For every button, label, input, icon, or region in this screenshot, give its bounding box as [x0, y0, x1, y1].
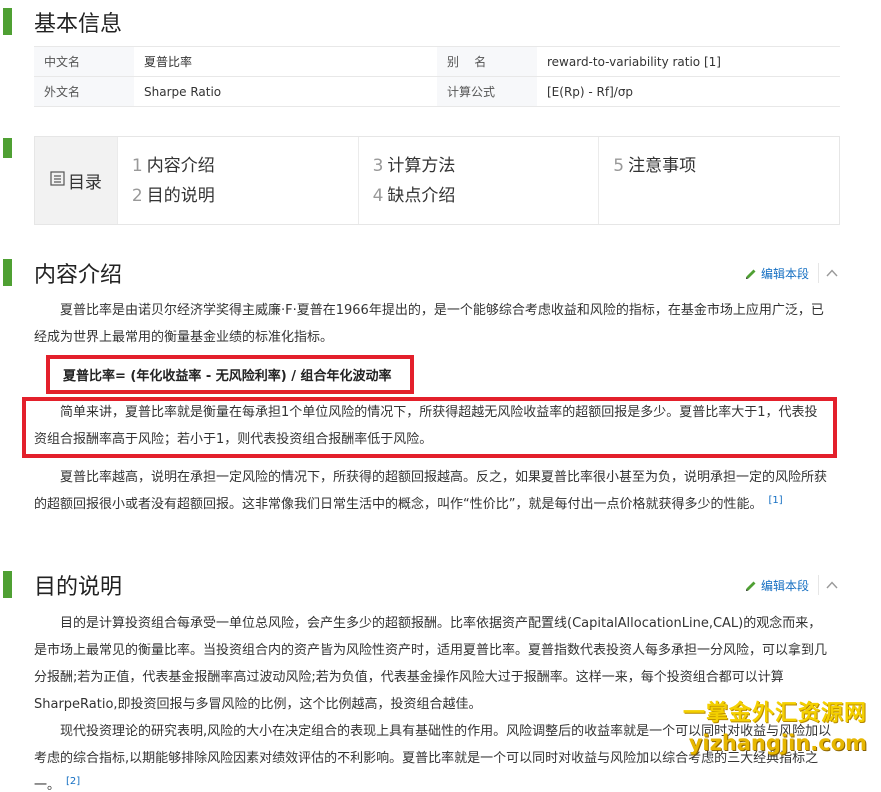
divider: [818, 575, 819, 595]
page: 基本信息 中文名 夏普比率 别 名 reward-to-variability …: [0, 0, 881, 792]
section-marker: [3, 138, 12, 158]
chevron-up-icon[interactable]: [825, 577, 839, 591]
chevron-up-icon[interactable]: [825, 265, 839, 279]
list-icon: [50, 170, 65, 191]
info-value: Sharpe Ratio: [144, 84, 222, 99]
section-marker: [3, 571, 12, 598]
basic-info-table: 中文名 夏普比率 别 名 reward-to-variability ratio…: [34, 46, 840, 107]
catalog-item-intro[interactable]: 1 内容介绍: [132, 154, 358, 184]
basic-info-title: 基本信息: [34, 12, 123, 37]
info-value: 夏普比率: [144, 55, 193, 69]
catalog-column: 1 内容介绍 2 目的说明: [116, 137, 358, 224]
divider: [818, 263, 819, 283]
intro-header: 内容介绍 编辑本段: [0, 253, 881, 293]
info-row: 中文名 夏普比率 别 名 reward-to-variability ratio…: [34, 47, 840, 77]
catalog-item-purpose[interactable]: 2 目的说明: [132, 184, 358, 214]
intro-title: 内容介绍: [34, 263, 123, 288]
formula-text: 夏普比率= (年化收益率 - 无风险利率) / 组合年化波动率: [63, 369, 392, 384]
reference-link[interactable]: [2]: [66, 776, 80, 787]
edit-section-button[interactable]: 编辑本段: [745, 265, 809, 282]
purpose-header: 目的说明 编辑本段: [0, 565, 881, 605]
purpose-title: 目的说明: [34, 575, 123, 600]
watermark-line1: 一掌金外汇资源网: [682, 701, 867, 726]
edit-section-button[interactable]: 编辑本段: [745, 577, 809, 594]
info-value: [E(Rp) - Rf]/σp: [547, 84, 634, 99]
intro-paragraph: 夏普比率是由诺贝尔经济学奖得主威廉·F·夏普在1966年提出的，是一个能够综合考…: [34, 303, 824, 345]
intro-paragraph: 夏普比率越高，说明在承担一定风险的情况下，所获得的超额回报越高。反之，如果夏普比…: [34, 470, 828, 512]
watermark-line2: yizhangjin.com: [688, 731, 867, 755]
catalog-label-text: 目录: [67, 173, 102, 193]
catalog-item-notes[interactable]: 5 注意事项: [613, 154, 839, 184]
basic-info-header: 基本信息: [0, 2, 881, 42]
catalog-column: 5 注意事项: [598, 137, 839, 224]
watermark: 一掌金外汇资源网 yizhangjin.com: [683, 703, 867, 754]
catalog-label: 目录: [35, 137, 117, 224]
catalog-item-method[interactable]: 3 计算方法: [373, 154, 599, 184]
intro-paragraph-highlighted: 简单来讲，夏普比率就是衡量在每承担1个单位风险的情况下，所获得超越无风险收益率的…: [34, 405, 818, 447]
catalog-column: 3 计算方法 4 缺点介绍: [357, 137, 599, 224]
catalog: 目录 1 内容介绍 2 目的说明 3 计算方法 4 缺点介绍 5 注意事项: [34, 136, 840, 225]
pencil-icon: [745, 580, 757, 592]
section-marker: [3, 259, 12, 286]
reference-link[interactable]: [1]: [768, 495, 782, 506]
info-row: 外文名 Sharpe Ratio 计算公式 [E(Rp) - Rf]/σp: [34, 77, 840, 107]
pencil-icon: [745, 268, 757, 280]
formula-highlight: 夏普比率= (年化收益率 - 无风险利率) / 组合年化波动率: [46, 355, 414, 394]
info-value: reward-to-variability ratio [1]: [547, 54, 721, 69]
info-key: 中文名: [34, 47, 134, 76]
info-key: 外文名: [34, 77, 134, 106]
catalog-item-drawbacks[interactable]: 4 缺点介绍: [373, 184, 599, 214]
info-key: 计算公式: [437, 77, 537, 106]
section-marker: [3, 8, 12, 35]
info-key: 别 名: [437, 47, 537, 76]
